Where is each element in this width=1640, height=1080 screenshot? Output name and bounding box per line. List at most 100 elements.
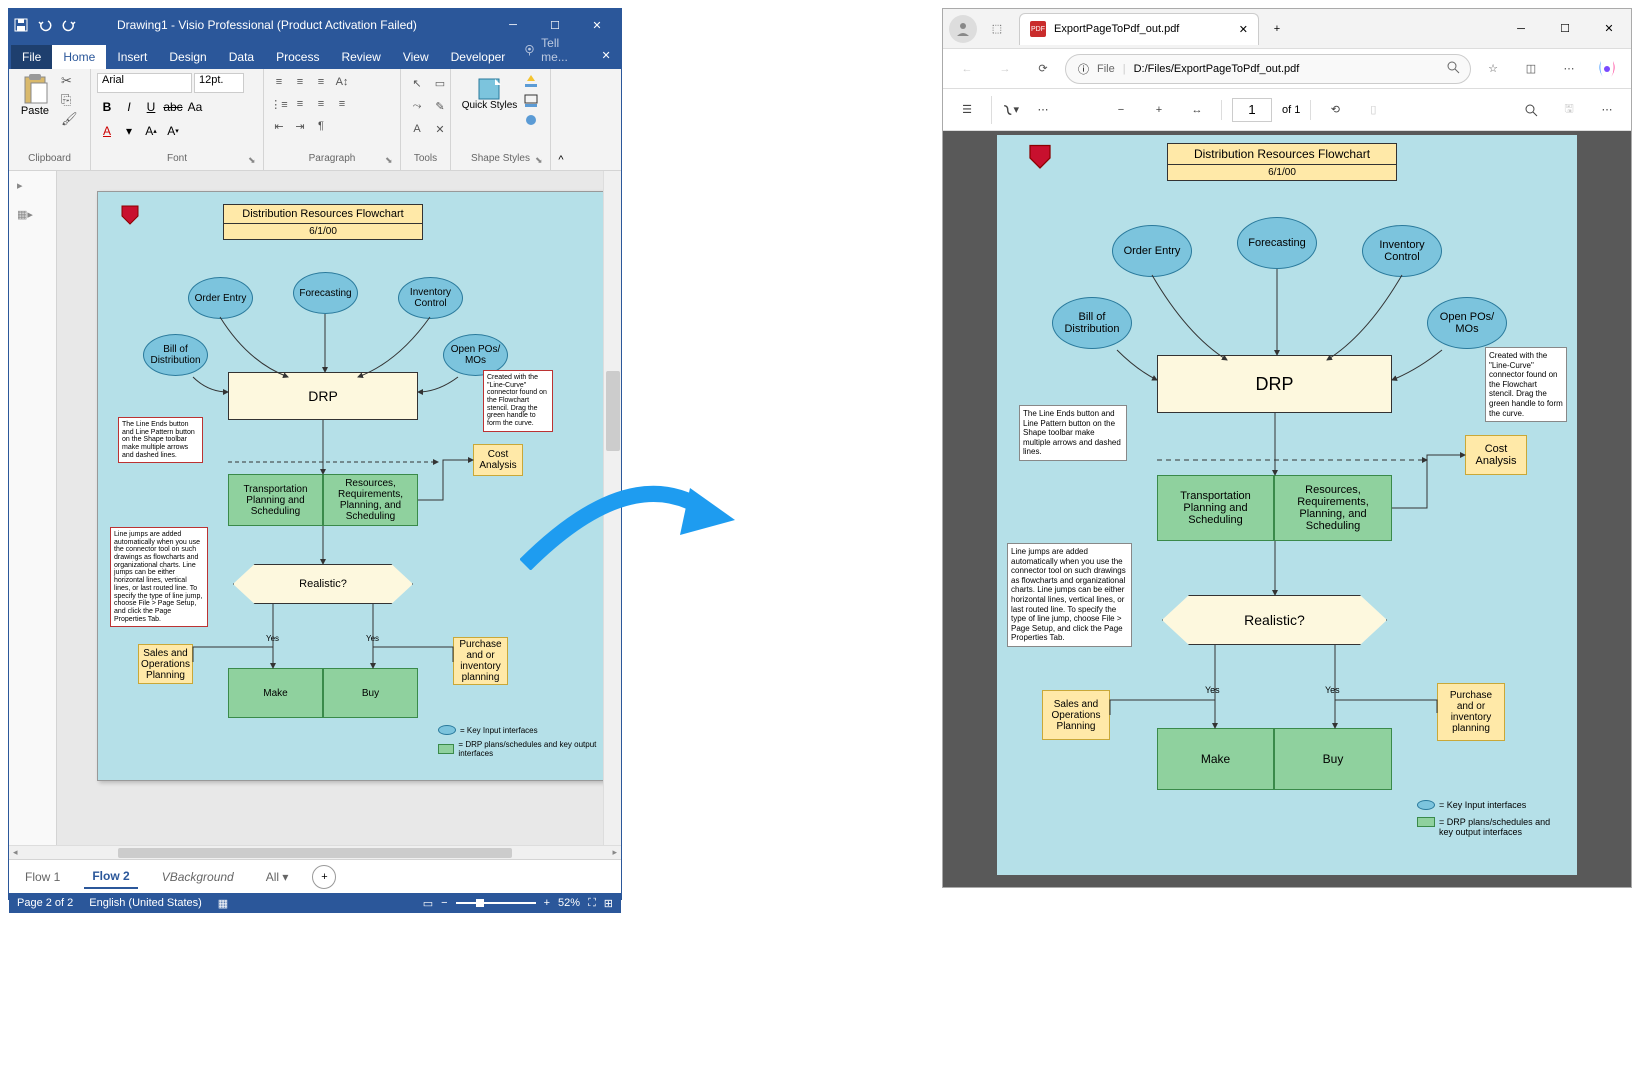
profile-icon[interactable] — [949, 15, 977, 43]
copilot-icon[interactable] — [1591, 53, 1623, 85]
scrollbar-thumb[interactable] — [606, 371, 620, 451]
tab-view[interactable]: View — [392, 45, 440, 69]
page-number-input[interactable] — [1232, 98, 1272, 122]
format-painter-icon[interactable]: 🖌 — [61, 111, 78, 127]
back-button[interactable]: ← — [951, 53, 983, 85]
split-screen-icon[interactable]: ◫ — [1515, 53, 1547, 85]
shapes-panel-collapsed[interactable]: ▸ ▦▸ — [9, 171, 57, 845]
tab-developer[interactable]: Developer — [440, 45, 517, 69]
stencil-icon[interactable]: ▦▸ — [9, 200, 56, 229]
connector-tool-button[interactable]: ⤳ — [407, 96, 427, 116]
page-tab-flow2[interactable]: Flow 2 — [84, 865, 137, 889]
rectangle-tool-button[interactable]: ▭ — [430, 73, 450, 93]
page-tab-vbackground[interactable]: VBackground — [154, 866, 242, 888]
zoom-level[interactable]: 52% — [558, 897, 580, 909]
undo-icon[interactable] — [37, 17, 53, 33]
horizontal-scrollbar[interactable]: ◂ ▸ — [9, 845, 621, 859]
zoom-indicator-icon[interactable] — [1446, 60, 1458, 77]
browser-tab[interactable]: PDF ExportPageToPdf_out.pdf ✕ — [1019, 13, 1259, 45]
quick-styles-button[interactable]: Quick Styles — [462, 73, 518, 130]
draw-icon[interactable]: ▾ — [991, 96, 1019, 124]
site-info-icon[interactable]: ⓘ — [1078, 61, 1089, 77]
presentation-mode-icon[interactable]: ▭ — [423, 897, 433, 910]
font-size-select[interactable]: 12pt. — [194, 73, 244, 93]
fill-button[interactable] — [523, 73, 539, 90]
pdf-more-icon[interactable]: ⋯ — [1593, 96, 1621, 124]
tab-process[interactable]: Process — [265, 45, 330, 69]
align-bottom-button[interactable]: ≡ — [312, 73, 330, 91]
scroll-left-icon[interactable]: ◂ — [13, 847, 18, 858]
edge-maximize-button[interactable]: ☐ — [1543, 13, 1587, 45]
shrink-font-button[interactable]: A▾ — [163, 121, 183, 141]
italic-button[interactable]: I — [119, 97, 139, 117]
save-pdf-icon[interactable]: 🖫 — [1555, 96, 1583, 124]
tab-insert[interactable]: Insert — [106, 45, 158, 69]
page-view-icon[interactable]: ▯ — [1359, 96, 1387, 124]
tell-me-search[interactable]: Tell me... — [516, 31, 593, 69]
fit-width-icon[interactable]: ↔ — [1183, 96, 1211, 124]
add-page-button[interactable]: + — [312, 865, 336, 889]
decrease-indent-button[interactable]: ⇤ — [270, 117, 288, 135]
tab-file[interactable]: File — [11, 45, 52, 69]
bold-button[interactable]: B — [97, 97, 117, 117]
rotate-icon[interactable]: ⟲ — [1321, 96, 1349, 124]
grow-font-button[interactable]: A▴ — [141, 121, 161, 141]
page-tab-all[interactable]: All ▾ — [258, 866, 297, 888]
effects-button[interactable] — [523, 113, 539, 130]
align-left-button[interactable]: ≡ — [291, 95, 309, 113]
text-case-button[interactable]: Aa — [185, 97, 205, 117]
favorite-button[interactable]: ☆ — [1477, 53, 1509, 85]
fit-page-icon[interactable]: ⛶ — [588, 897, 596, 910]
pan-zoom-icon[interactable]: ⊞ — [604, 897, 613, 910]
page-tab-flow1[interactable]: Flow 1 — [17, 866, 68, 888]
zoom-in-button[interactable]: + — [544, 897, 550, 909]
paragraph-dialog-launcher[interactable]: ⬊ — [385, 155, 397, 167]
address-field[interactable]: ⓘ File | D:/Files/ExportPageToPdf_out.pd… — [1065, 54, 1471, 84]
tab-data[interactable]: Data — [218, 45, 265, 69]
font-name-select[interactable]: Arial — [97, 73, 192, 93]
scroll-right-icon[interactable]: ▸ — [612, 847, 617, 858]
new-tab-button[interactable]: + — [1263, 15, 1291, 43]
text-tool-button[interactable]: A — [407, 119, 427, 139]
cut-icon[interactable]: ✂ — [61, 73, 78, 89]
zoom-out-pdf-button[interactable]: − — [1107, 96, 1135, 124]
line-button[interactable] — [523, 93, 539, 110]
tab-design[interactable]: Design — [158, 45, 217, 69]
more-tools-icon[interactable]: ⋯ — [1029, 96, 1057, 124]
forward-button[interactable]: → — [989, 53, 1021, 85]
shape-styles-dialog-launcher[interactable]: ⬊ — [535, 155, 547, 167]
ribbon-close-icon[interactable]: ✕ — [593, 41, 619, 69]
align-right-button[interactable]: ≡ — [333, 95, 351, 113]
expand-shapes-icon[interactable]: ▸ — [9, 171, 56, 200]
align-center-button[interactable]: ≡ — [312, 95, 330, 113]
text-direction-button[interactable]: A↕ — [333, 73, 351, 91]
align-top-button[interactable]: ≡ — [270, 73, 288, 91]
zoom-slider[interactable] — [456, 902, 536, 904]
ribbon-collapse-button[interactable]: ^ — [551, 69, 571, 170]
increase-indent-button[interactable]: ⇥ — [291, 117, 309, 135]
find-icon[interactable] — [1517, 96, 1545, 124]
workspaces-icon[interactable]: ⬚ — [983, 22, 1011, 35]
copy-icon[interactable]: ⎘ — [61, 92, 78, 108]
font-color-button[interactable]: A — [97, 121, 117, 141]
hscroll-thumb[interactable] — [118, 848, 513, 858]
paragraph-marks-button[interactable]: ¶ — [312, 117, 330, 135]
tab-close-button[interactable]: ✕ — [1239, 23, 1248, 36]
connection-point-button[interactable]: ✕ — [430, 119, 450, 139]
strikethrough-button[interactable]: abc — [163, 97, 183, 117]
refresh-button[interactable]: ⟳ — [1027, 53, 1059, 85]
record-macro-icon[interactable]: ▦ — [218, 897, 228, 910]
paste-button[interactable]: Paste — [15, 73, 55, 151]
edge-close-button[interactable]: ✕ — [1587, 13, 1631, 45]
tab-home[interactable]: Home — [52, 45, 106, 69]
zoom-out-button[interactable]: − — [441, 897, 447, 909]
underline-button[interactable]: U — [141, 97, 161, 117]
save-icon[interactable] — [13, 17, 29, 33]
contents-icon[interactable]: ☰ — [953, 96, 981, 124]
align-middle-button[interactable]: ≡ — [291, 73, 309, 91]
font-color-dropdown[interactable]: ▾ — [119, 121, 139, 141]
tab-review[interactable]: Review — [330, 45, 391, 69]
settings-menu-button[interactable]: ⋯ — [1553, 53, 1585, 85]
pointer-tool-button[interactable]: ↖ — [407, 73, 427, 93]
edge-minimize-button[interactable]: ─ — [1499, 13, 1543, 45]
